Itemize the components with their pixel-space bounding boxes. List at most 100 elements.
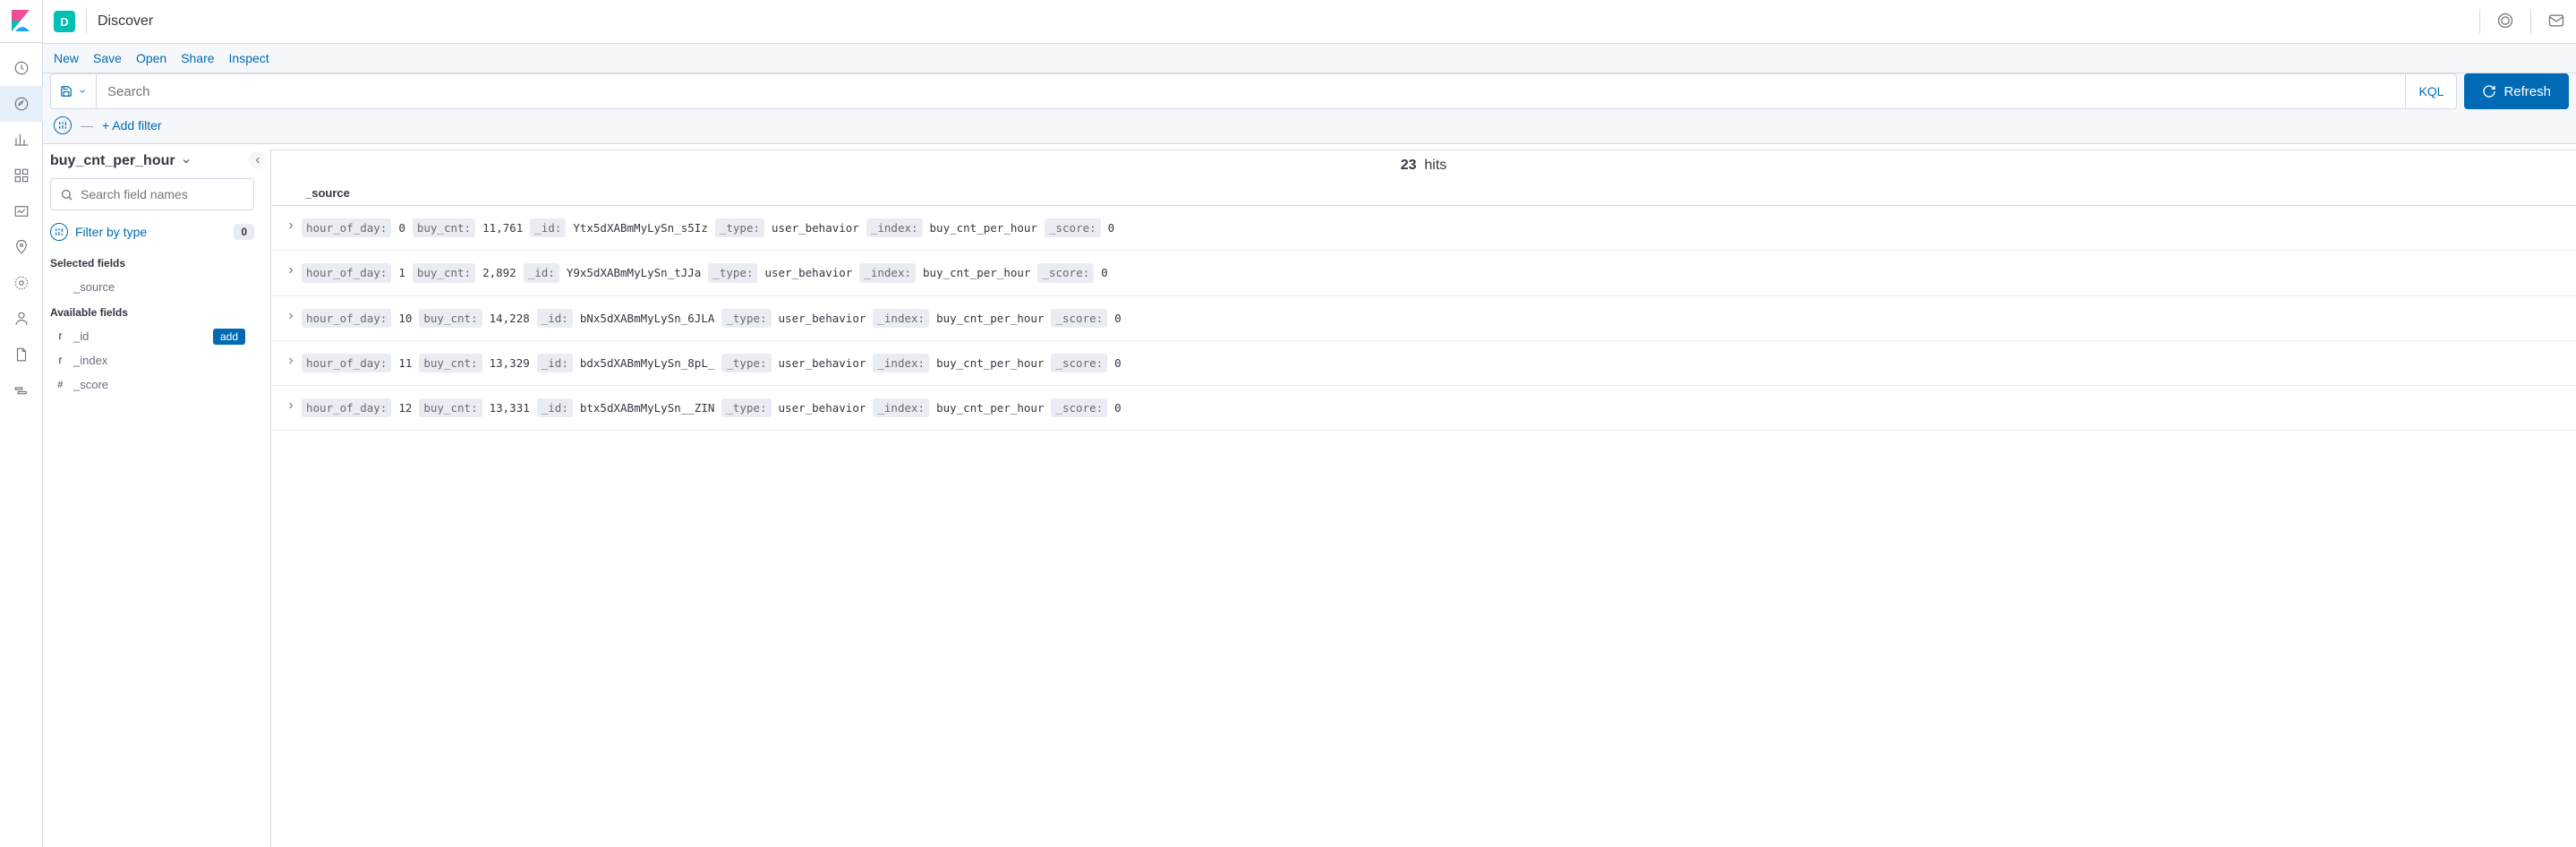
available-field-item[interactable]: # _score: [50, 372, 261, 397]
doc-field-key: _type:: [715, 218, 764, 237]
field-type-icon: t: [54, 355, 66, 366]
doc-field-key: _id:: [530, 218, 566, 237]
selected-field-item[interactable]: _source: [50, 275, 261, 299]
doc-field-key: _index:: [873, 354, 929, 372]
fields-sidebar: buy_cnt_per_hour Filter by type 0 Select…: [43, 144, 265, 847]
doc-field-key: _id:: [537, 354, 573, 372]
doc-field-key: buy_cnt:: [419, 398, 482, 417]
kibana-logo[interactable]: [0, 0, 43, 43]
hits-label: hits: [1424, 158, 1446, 173]
refresh-button[interactable]: Refresh: [2464, 73, 2569, 109]
results-panel: 23 hits _source hour_of_day:0buy_cnt:11,…: [270, 150, 2576, 847]
nav-maps-icon[interactable]: [0, 229, 43, 265]
nav-timelion-icon[interactable]: [0, 193, 43, 229]
open-link[interactable]: Open: [136, 51, 166, 65]
doc-field-value: user_behavior: [764, 263, 852, 282]
nav-recent-icon[interactable]: [0, 50, 43, 86]
expand-row-icon[interactable]: [280, 263, 302, 282]
expand-row-icon[interactable]: [280, 354, 302, 372]
nav-discover-icon[interactable]: [0, 86, 43, 122]
doc-field-key: hour_of_day:: [302, 309, 391, 328]
table-row: hour_of_day:1buy_cnt:2,892_id:Y9x5dXABmM…: [271, 251, 2576, 295]
nav-logs-icon[interactable]: [0, 337, 43, 372]
expand-row-icon[interactable]: [280, 398, 302, 417]
field-type-icon: #: [54, 380, 66, 390]
filter-by-type[interactable]: Filter by type 0: [50, 219, 261, 250]
save-link[interactable]: Save: [93, 51, 122, 65]
table-row: hour_of_day:12buy_cnt:13,331_id:btx5dXAB…: [271, 386, 2576, 431]
hits-count: 23: [1401, 158, 1417, 173]
doc-field-value: buy_cnt_per_hour: [936, 309, 1044, 328]
doc-field-value: 0: [1114, 398, 1122, 417]
add-filter-link[interactable]: + Add filter: [102, 118, 162, 133]
doc-field-key: buy_cnt:: [413, 263, 475, 282]
field-name-label: _score: [73, 378, 108, 391]
header-divider: [86, 9, 87, 34]
header: D Discover: [43, 0, 2576, 44]
refresh-button-label: Refresh: [2503, 84, 2551, 99]
doc-field-value: 1: [398, 263, 405, 282]
doc-field-key: _score:: [1037, 263, 1094, 282]
help-icon[interactable]: [2496, 12, 2514, 32]
doc-field-value: 0: [1108, 218, 1115, 237]
filter-settings-icon[interactable]: [54, 116, 72, 134]
field-search-input[interactable]: [81, 187, 244, 201]
available-field-item[interactable]: t_idadd: [50, 324, 261, 348]
doc-field-value: user_behavior: [779, 398, 866, 417]
kql-toggle[interactable]: KQL: [2405, 74, 2456, 108]
doc-field-value: buy_cnt_per_hour: [936, 354, 1044, 372]
doc-field-key: buy_cnt:: [419, 309, 482, 328]
nav-infrastructure-icon[interactable]: [0, 301, 43, 337]
collapse-sidebar-icon[interactable]: [249, 151, 265, 169]
doc-field-key: _index:: [873, 309, 929, 328]
doc-field-value: 0: [1114, 309, 1122, 328]
action-bar: New Save Open Share Inspect: [43, 44, 2576, 73]
doc-field-key: _score:: [1051, 398, 1107, 417]
doc-field-value: btx5dXABmMyLySn__ZIN: [580, 398, 715, 417]
doc-field-key: _id:: [537, 309, 573, 328]
doc-field-value: buy_cnt_per_hour: [936, 398, 1044, 417]
doc-field-value: 10: [398, 309, 412, 328]
expand-row-icon[interactable]: [280, 309, 302, 328]
doc-field-key: _index:: [866, 218, 923, 237]
field-name-label: _id: [73, 329, 89, 343]
page-title: Discover: [98, 13, 2479, 30]
doc-field-key: _score:: [1045, 218, 1101, 237]
new-link[interactable]: New: [54, 51, 79, 65]
nav-ml-icon[interactable]: [0, 265, 43, 301]
table-row: hour_of_day:11buy_cnt:13,329_id:bdx5dXAB…: [271, 341, 2576, 386]
doc-field-key: _score:: [1051, 309, 1107, 328]
filter-bar: — + Add filter: [43, 116, 2576, 144]
doc-field-value: 0: [1101, 263, 1108, 282]
index-pattern-select[interactable]: buy_cnt_per_hour: [50, 144, 261, 178]
filter-by-type-count: 0: [234, 224, 254, 240]
available-field-item[interactable]: t_index: [50, 348, 261, 372]
doc-field-key: _score:: [1051, 354, 1107, 372]
nav-dashboard-icon[interactable]: [0, 158, 43, 193]
doc-field-key: _id:: [537, 398, 573, 417]
search-input[interactable]: [97, 74, 2405, 108]
field-search[interactable]: [50, 178, 254, 210]
share-link[interactable]: Share: [181, 51, 214, 65]
doc-field-key: _index:: [873, 398, 929, 417]
add-field-button[interactable]: add: [213, 329, 245, 345]
doc-field-key: hour_of_day:: [302, 263, 391, 282]
doc-field-value: user_behavior: [772, 218, 859, 237]
nav-visualize-icon[interactable]: [0, 122, 43, 158]
doc-field-key: _index:: [859, 263, 916, 282]
doc-field-key: _type:: [721, 309, 771, 328]
saved-query-button[interactable]: [51, 74, 97, 108]
doc-field-key: buy_cnt:: [419, 354, 482, 372]
doc-field-value: 13,329: [490, 354, 530, 372]
nav-apm-icon[interactable]: [0, 372, 43, 408]
doc-field-value: user_behavior: [779, 309, 866, 328]
feedback-icon[interactable]: [2547, 12, 2565, 32]
expand-row-icon[interactable]: [280, 218, 302, 237]
doc-field-value: 14,228: [490, 309, 530, 328]
table-row: hour_of_day:0buy_cnt:11,761_id:Ytx5dXABm…: [271, 206, 2576, 251]
table-header: _source: [271, 181, 2576, 206]
doc-field-key: hour_of_day:: [302, 354, 391, 372]
field-name-label: _source: [73, 280, 115, 294]
inspect-link[interactable]: Inspect: [229, 51, 269, 65]
doc-field-value: 2,892: [482, 263, 516, 282]
